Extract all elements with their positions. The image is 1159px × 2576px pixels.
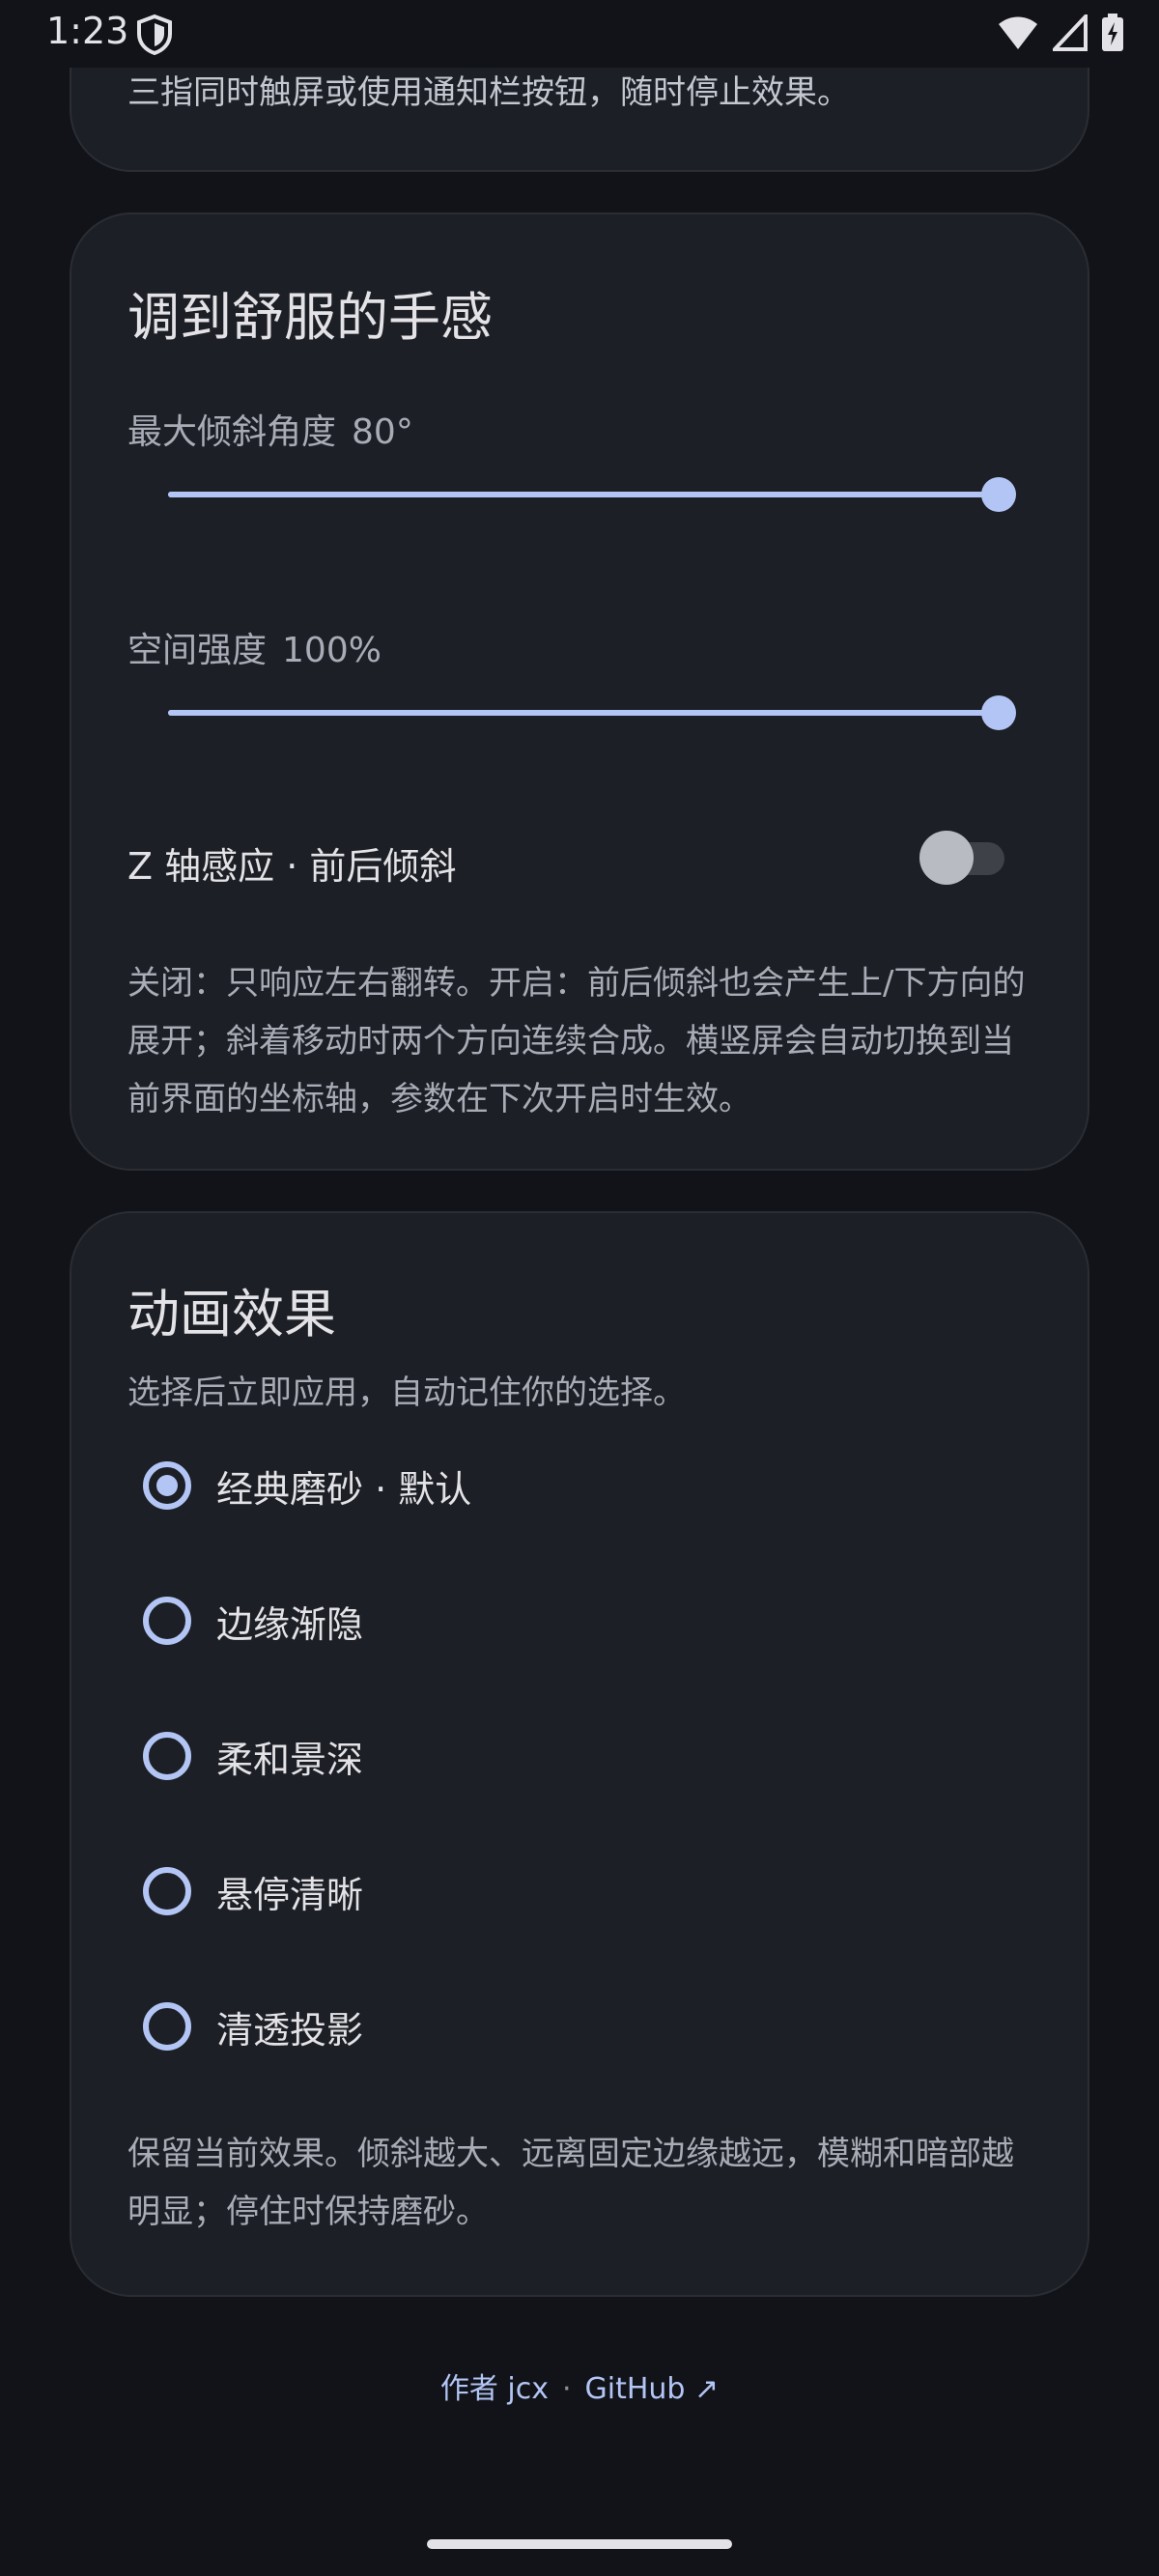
max-tilt-value: 80° [352,412,413,452]
effect-option-label: 清透投影 [216,2008,364,2052]
effect-card-title: 动画效果 [127,1284,336,1345]
space-strength-slider[interactable] [168,684,1016,742]
feel-settings-card: 调到舒服的手感 最大倾斜角度 80° 空间强度 100% Z 轴感应 · 前后倾斜 … [70,212,1089,1171]
toggle-thumb [919,831,974,885]
status-time: 1:23 [46,10,129,52]
slider-thumb[interactable] [981,695,1016,730]
effect-card-subtitle: 选择后立即应用，自动记住你的选择。 [127,1373,686,1412]
effect-option-label: 边缘渐隐 [216,1602,364,1646]
footer-separator: · [561,2372,572,2406]
effect-option[interactable]: 经典磨砂 · 默认 [143,1447,471,1524]
shield-icon [137,14,172,56]
max-tilt-slider[interactable] [168,466,1016,524]
gesture-home-bar[interactable] [427,2539,732,2549]
github-link[interactable]: GitHub ↗ [585,2372,720,2406]
stop-hint-text: 三指同时触屏或使用通知栏按钮，随时停止效果。 [127,73,850,112]
space-strength-label-text: 空间强度 [127,631,268,670]
z-axis-toggle[interactable] [919,831,1004,885]
battery-charging-icon [1102,14,1123,51]
space-strength-label: 空间强度 100% [127,622,382,672]
feel-description: 关闭：只响应左右翻转。开启：前后倾斜也会产生上/下方向的展开；斜着移动时两个方向… [127,964,1026,1118]
wifi-icon [999,16,1037,49]
radio-button[interactable] [143,1597,191,1645]
max-tilt-label-text: 最大倾斜角度 [127,412,337,452]
radio-button[interactable] [143,1461,191,1510]
radio-button[interactable] [143,1867,191,1915]
author-link[interactable]: 作者 jcx [440,2372,549,2406]
slider-fill [168,492,999,497]
cellular-signal-icon [1053,14,1088,51]
status-bar: 1:23 [0,0,1159,68]
feel-card-title: 调到舒服的手感 [127,287,493,348]
z-axis-label: Z 轴感应 · 前后倾斜 [127,845,457,888]
radio-button[interactable] [143,2002,191,2051]
slider-thumb[interactable] [981,477,1016,512]
effect-option-label: 经典磨砂 · 默认 [216,1467,472,1511]
effect-option[interactable]: 边缘渐隐 [143,1582,363,1659]
effect-option[interactable]: 清透投影 [143,1988,363,2065]
effect-option-label: 悬停清晰 [216,1873,364,1916]
effect-option[interactable]: 柔和景深 [143,1717,363,1795]
animation-effect-card: 动画效果 选择后立即应用，自动记住你的选择。 经典磨砂 · 默认 边缘渐隐 柔和… [70,1211,1089,2297]
effect-description: 保留当前效果。倾斜越大、远离固定边缘越远，模糊和暗部越明显；停住时保持磨砂。 [127,2135,1014,2231]
slider-fill [168,710,999,716]
space-strength-value: 100% [282,631,382,670]
max-tilt-label: 最大倾斜角度 80° [127,404,413,454]
radio-button[interactable] [143,1732,191,1780]
footer: 作者 jcx · GitHub ↗ [0,2364,1159,2407]
effect-option-label: 柔和景深 [216,1738,364,1781]
effect-option[interactable]: 悬停清晰 [143,1853,363,1930]
